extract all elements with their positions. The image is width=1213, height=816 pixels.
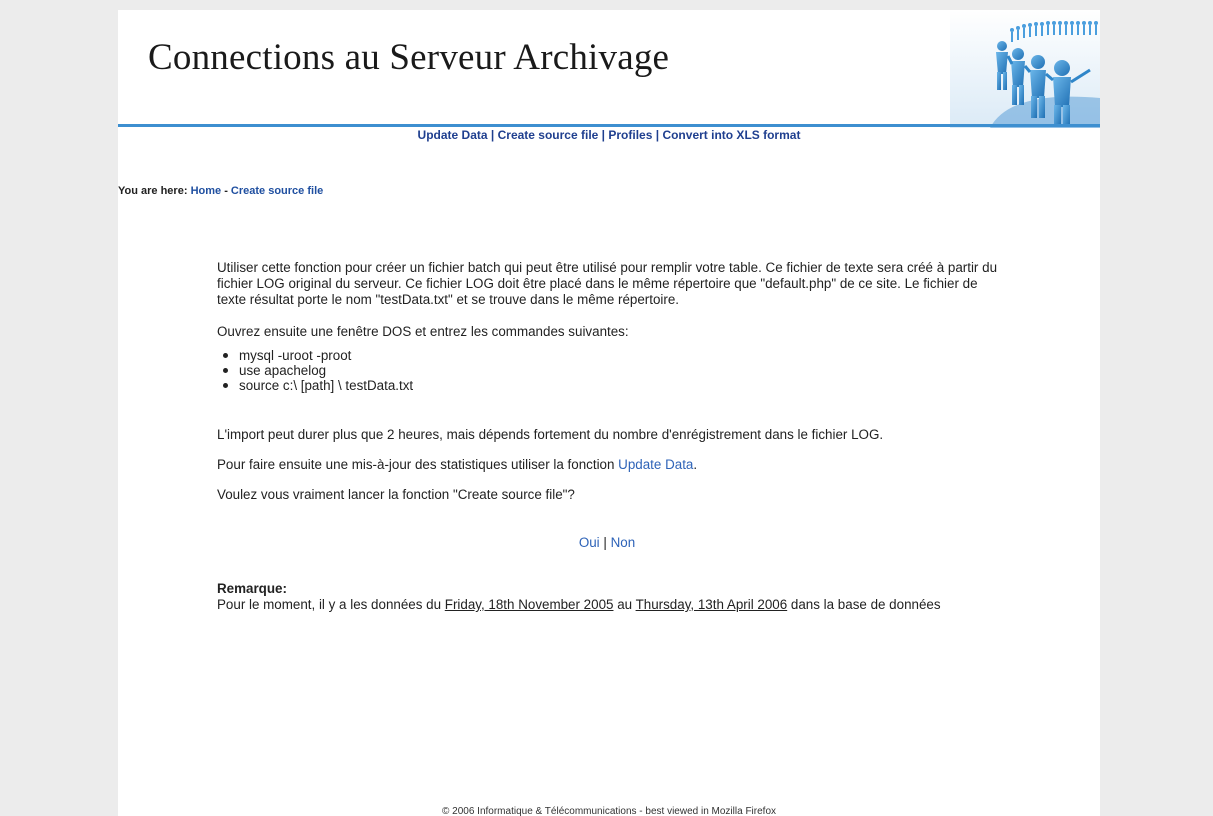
intro-paragraph: Utiliser cette fonction pour créer un fi… (217, 260, 998, 307)
update-suffix: . (693, 457, 698, 472)
breadcrumb-prefix: You are here: (118, 185, 188, 197)
nav-convert-xls[interactable]: Convert into XLS format (662, 128, 800, 142)
site-header: Connections au Serveur Archivage (118, 10, 1100, 128)
nav-separator: | (601, 128, 606, 142)
main-content: Utiliser cette fonction pour créer un fi… (217, 260, 997, 613)
list-item: source c:\ [path] \ testData.txt (223, 378, 997, 393)
date-from: Friday, 18th November 2005 (444, 597, 614, 612)
breadcrumb: You are here: Home - Create source file (118, 185, 323, 197)
site-title: Connections au Serveur Archivage (148, 37, 670, 78)
top-navigation: Update Data | Create source file | Profi… (118, 128, 1100, 142)
dos-instructions: Ouvrez ensuite une fenêtre DOS et entrez… (217, 324, 629, 339)
nav-profiles[interactable]: Profiles (608, 128, 652, 142)
command-list: mysql -uroot -proot use apachelog source… (217, 348, 997, 393)
page-container: Connections au Serveur Archivage Update … (118, 10, 1100, 816)
nav-separator: | (490, 128, 495, 142)
breadcrumb-home[interactable]: Home (191, 185, 222, 197)
remark-suffix: dans la base de données (787, 597, 941, 612)
date-to: Thursday, 13th April 2006 (635, 597, 788, 612)
breadcrumb-dash: - (224, 185, 228, 197)
import-note: L'import peut durer plus que 2 heures, m… (217, 427, 884, 442)
footer-copyright: © 2006 Informatique & Télécommunications… (442, 806, 776, 816)
list-item: use apachelog (223, 363, 997, 378)
remark-prefix: Pour le moment, il y a les données du (217, 597, 445, 612)
confirm-question: Voulez vous vraiment lancer la fonction … (217, 487, 575, 502)
header-divider (118, 124, 1100, 127)
update-note: Pour faire ensuite une mis-à-jour des st… (217, 457, 997, 473)
people-chain-icon (950, 10, 1100, 128)
update-data-link[interactable]: Update Data (618, 457, 693, 472)
confirm-choices: Oui | Non (217, 535, 997, 551)
nav-create-source-file[interactable]: Create source file (498, 128, 599, 142)
no-link[interactable]: Non (611, 535, 636, 550)
remark-text: Pour le moment, il y a les données du Fr… (217, 597, 997, 613)
nav-separator: | (655, 128, 660, 142)
breadcrumb-current[interactable]: Create source file (231, 185, 323, 197)
remark-mid: au (613, 597, 636, 612)
nav-update-data[interactable]: Update Data (418, 128, 488, 142)
choice-separator: | (603, 535, 607, 550)
update-text: Pour faire ensuite une mis-à-jour des st… (217, 457, 619, 472)
yes-link[interactable]: Oui (579, 535, 600, 550)
list-item: mysql -uroot -proot (223, 348, 997, 363)
remark-heading: Remarque: (217, 581, 287, 596)
